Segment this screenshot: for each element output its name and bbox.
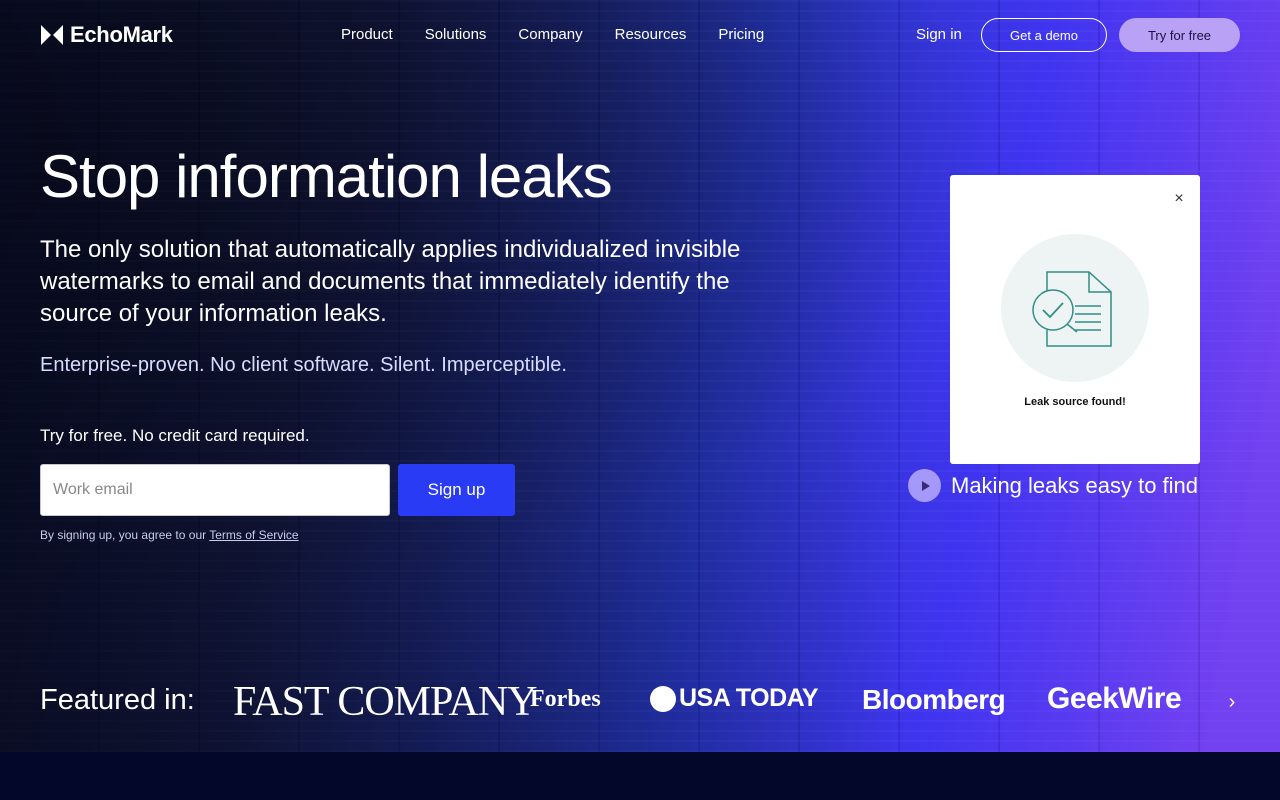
featured-label: Featured in: [40,684,195,716]
play-icon[interactable] [908,469,941,502]
geekwire-logo: GeekWire [1047,682,1182,715]
document-check-icon [1032,271,1112,347]
terms-prefix: By signing up, you agree to our [40,528,210,542]
main-nav: Product Solutions Company Resources Pric… [341,26,764,43]
nav-item-pricing[interactable]: Pricing [718,26,764,43]
work-email-input[interactable] [40,464,390,516]
hero-title: Stop information leaks [40,143,613,210]
card-illustration [1001,234,1149,382]
video-label: Making leaks easy to find [951,472,1199,498]
try-free-text: Try for free. No credit card required. [40,426,310,445]
nav-item-company[interactable]: Company [518,26,582,43]
hero-tagline: Enterprise-proven. No client software. S… [40,354,567,376]
featured-section: Featured in: FAST COMPANY Forbes USA TOD… [0,650,1280,752]
brand-name: EchoMark [70,22,173,47]
video-link[interactable]: Making leaks easy to find [908,469,1198,502]
nav-item-product[interactable]: Product [341,26,393,43]
site-header: EchoMark Product Solutions Company Resou… [0,0,1280,70]
close-icon[interactable]: × [1169,189,1189,209]
fast-company-logo: FAST COMPANY [233,679,538,725]
nav-item-resources[interactable]: Resources [615,26,687,43]
brand-logo[interactable]: EchoMark [40,22,173,48]
terms-notice: By signing up, you agree to our Terms of… [40,528,299,542]
leak-source-label: Leak source found! [1024,396,1126,408]
terms-of-service-link[interactable]: Terms of Service [209,528,298,542]
page-bottom-strip [0,752,1280,800]
nav-item-solutions[interactable]: Solutions [425,26,487,43]
leak-found-card: × Leak source found! [950,175,1200,464]
try-free-button[interactable]: Try for free [1119,18,1240,52]
echomark-logo-icon [41,25,63,45]
usa-today-dot-icon [650,685,676,712]
sign-in-link[interactable]: Sign in [916,26,962,43]
get-demo-button[interactable]: Get a demo [981,18,1107,52]
hero-lead: The only solution that automatically app… [40,236,741,327]
usa-today-logo: USA TODAY [650,684,819,713]
usa-today-text: USA TODAY [679,684,819,712]
bloomberg-logo: Bloomberg [862,684,1006,715]
forbes-logo: Forbes [530,686,601,712]
chevron-right-icon[interactable]: › [1222,690,1242,714]
sign-up-button[interactable]: Sign up [398,464,515,516]
